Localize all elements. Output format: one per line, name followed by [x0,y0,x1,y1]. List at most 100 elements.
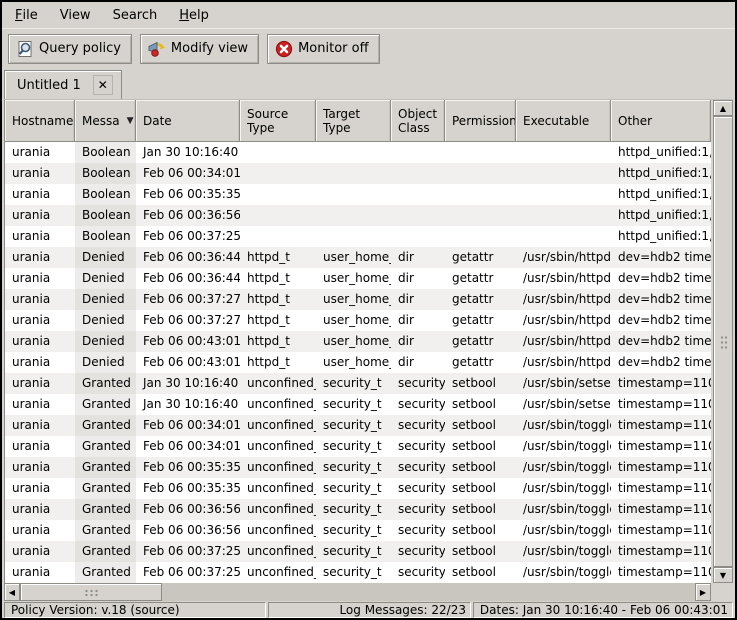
table-cell [445,184,516,205]
table-cell: Feb 06 00:43:01 [136,331,240,352]
table-row[interactable]: uraniaDeniedFeb 06 00:37:27httpd_tuser_h… [5,310,711,331]
table-cell [316,184,391,205]
table-row[interactable]: uraniaBooleanFeb 06 00:34:01httpd_unifie… [5,163,711,184]
table-cell: timestamp=11071 [611,394,711,415]
table-row[interactable]: uraniaGrantedJan 30 10:16:40unconfined_s… [5,394,711,415]
scroll-left-button[interactable]: ◀ [4,583,20,601]
table-row[interactable]: uraniaBooleanFeb 06 00:35:35httpd_unifie… [5,184,711,205]
table-cell: Feb 06 00:37:25 [136,226,240,247]
table-row[interactable]: uraniaGrantedFeb 06 00:35:35unconfined_s… [5,457,711,478]
table-row[interactable]: uraniaGrantedFeb 06 00:34:01unconfined_s… [5,415,711,436]
column-header-hostname[interactable]: Hostname [5,100,75,142]
table-cell: user_home_ [316,310,391,331]
table-row[interactable]: uraniaGrantedJan 30 10:16:40unconfined_s… [5,373,711,394]
status-bar: Policy Version: v.18 (source) Log Messag… [2,601,735,620]
toolbar-button-label: Modify view [171,41,248,56]
column-header-date[interactable]: Date [136,100,240,142]
table-cell: urania [5,268,75,289]
modify-view-button[interactable]: Modify view [140,34,259,64]
horizontal-scroll-thumb[interactable] [20,583,162,601]
table-row[interactable]: uraniaDeniedFeb 06 00:37:27httpd_tuser_h… [5,289,711,310]
scroll-right-button[interactable]: ▶ [695,583,711,601]
table-cell [391,142,445,163]
column-header-target-type[interactable]: Target Type [316,100,391,142]
table-cell: Granted [75,520,136,541]
table-row[interactable]: uraniaGrantedFeb 06 00:36:56unconfined_s… [5,499,711,520]
table-row[interactable]: uraniaDeniedFeb 06 00:36:44httpd_tuser_h… [5,268,711,289]
table-cell: dev=hdb2 timesta [611,310,711,331]
table-row[interactable]: uraniaBooleanFeb 06 00:37:25httpd_unifie… [5,226,711,247]
vertical-scrollbar[interactable]: ▲ ▼ [711,100,733,583]
table-cell [445,163,516,184]
table-cell: Granted [75,562,136,583]
column-header-object-class[interactable]: Object Class [391,100,445,142]
table-cell: Jan 30 10:16:40 [136,373,240,394]
menu-search[interactable]: Search [102,2,169,28]
table-cell: security_t [316,457,391,478]
table-cell: /usr/sbin/toggle [516,457,611,478]
scroll-down-button[interactable]: ▼ [713,567,733,583]
table-header: HostnameMessa▼DateSource TypeTarget Type… [5,100,711,142]
menu-help[interactable]: Help [168,2,220,28]
table-row[interactable]: uraniaDeniedFeb 06 00:43:01httpd_tuser_h… [5,352,711,373]
table-cell: httpd_t [240,268,316,289]
table-cell: Jan 30 10:16:40 [136,394,240,415]
table-row[interactable]: uraniaGrantedFeb 06 00:34:01unconfined_s… [5,436,711,457]
column-header-other[interactable]: Other [611,100,711,142]
table-cell: security_t [316,436,391,457]
modify-view-icon [148,40,166,58]
table-cell: security_t [316,520,391,541]
table-cell: security_t [316,394,391,415]
table-row[interactable]: uraniaGrantedFeb 06 00:37:25unconfined_s… [5,562,711,583]
column-header-label: Executable [523,114,589,128]
table-cell: Denied [75,331,136,352]
tab-close-button[interactable]: ✕ [93,75,113,95]
menu-file[interactable]: File [4,2,49,28]
column-header-label: Source Type [247,107,311,135]
column-header-source-type[interactable]: Source Type [240,100,316,142]
table-cell: security_t [316,562,391,583]
table-cell [240,226,316,247]
tab-untitled-1[interactable]: Untitled 1 ✕ [4,70,122,99]
table-row[interactable]: uraniaDeniedFeb 06 00:43:01httpd_tuser_h… [5,331,711,352]
vertical-scroll-thumb[interactable] [713,116,733,567]
table-cell: httpd_unified:1, h [611,205,711,226]
column-header-messa[interactable]: Messa▼ [75,100,136,142]
table-cell: /usr/sbin/httpd [516,352,611,373]
menu-view[interactable]: View [49,2,102,28]
monitor-off-button[interactable]: Monitor off [267,34,379,64]
table-cell: /usr/sbin/httpd [516,289,611,310]
table-cell: /usr/sbin/toggle [516,478,611,499]
table-cell: Feb 06 00:36:44 [136,247,240,268]
column-header-label: Other [618,114,652,128]
table-cell: urania [5,247,75,268]
table-cell [445,205,516,226]
table-cell: security_t [316,478,391,499]
arrow-up-icon: ▲ [720,104,726,113]
table-row[interactable]: uraniaGrantedFeb 06 00:37:25unconfined_s… [5,541,711,562]
table-cell: Boolean [75,184,136,205]
horizontal-scrollbar[interactable]: ◀ ▶ [4,583,711,601]
scroll-up-button[interactable]: ▲ [713,100,733,116]
query-policy-button[interactable]: Query policy [8,34,132,64]
table-cell [516,226,611,247]
table-row[interactable]: uraniaGrantedFeb 06 00:36:56unconfined_s… [5,520,711,541]
column-header-executable[interactable]: Executable [516,100,611,142]
horizontal-scroll-track[interactable] [20,583,695,601]
vertical-scroll-track[interactable] [713,116,733,567]
column-header-label: Object Class [398,107,440,135]
table-row[interactable]: uraniaBooleanFeb 06 00:36:56httpd_unifie… [5,205,711,226]
column-header-permission[interactable]: Permission [445,100,516,142]
table-cell: dir [391,289,445,310]
table-cell: unconfined_ [240,520,316,541]
table-row[interactable]: uraniaBooleanJan 30 10:16:40httpd_unifie… [5,142,711,163]
table-cell: getattr [445,289,516,310]
table-cell: Feb 06 00:35:35 [136,184,240,205]
table-cell: httpd_t [240,310,316,331]
sort-descending-icon: ▼ [127,114,134,128]
table-row[interactable]: uraniaDeniedFeb 06 00:36:44httpd_tuser_h… [5,247,711,268]
table-cell: httpd_unified:1, h [611,226,711,247]
table-row[interactable]: uraniaGrantedFeb 06 00:35:35unconfined_s… [5,478,711,499]
table-cell: urania [5,415,75,436]
column-header-label: Permission [452,114,516,128]
